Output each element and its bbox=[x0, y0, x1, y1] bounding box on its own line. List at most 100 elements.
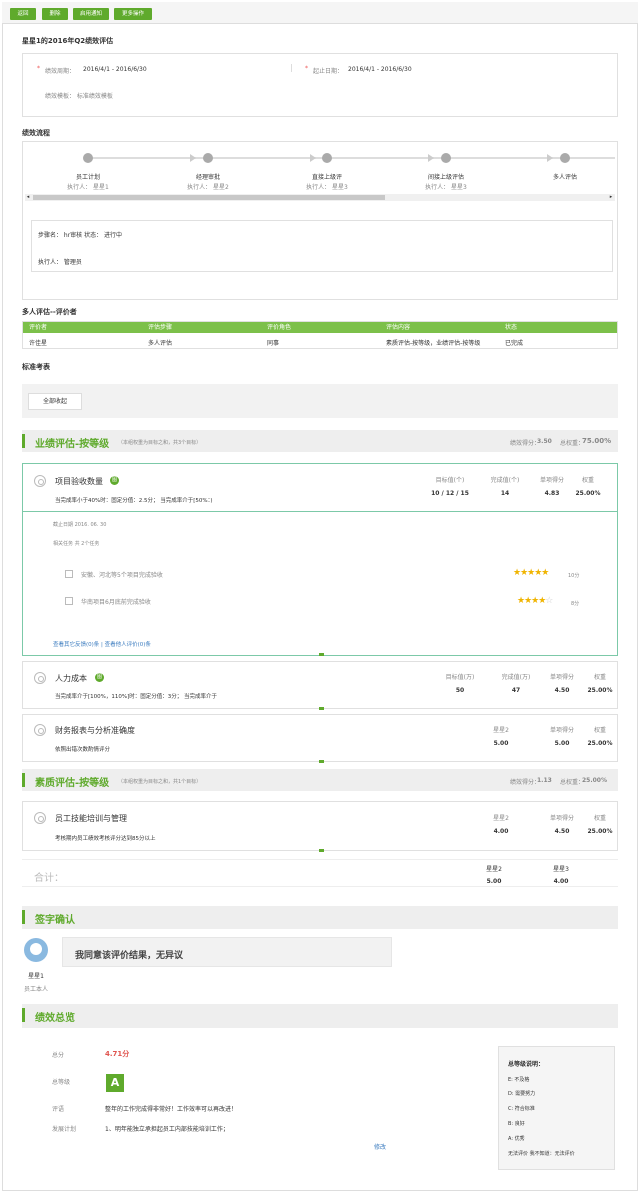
step-executor: 执行人： 星星1 bbox=[67, 184, 109, 191]
table-cell: 同事 bbox=[267, 340, 280, 347]
legend-item: D: 需要努力 bbox=[508, 1091, 536, 1097]
quality-section-note: （本组权重为目标之和，共1个目标） bbox=[118, 779, 202, 785]
column-header: 评价角色 bbox=[267, 324, 292, 331]
col-rater: 星星2 bbox=[493, 727, 509, 734]
target-value: 10 / 12 / 15 bbox=[431, 490, 469, 497]
quality-section-header: 素质评估-按等级 （本组权重为目标之和，共1个目标） 绩效得分： 1.13 总权… bbox=[22, 769, 618, 791]
evaluator-table: 评价者 评估步骤 评价角色 评估内容 状态 许佳星 多人评估 同事 素质评估-按… bbox=[22, 321, 618, 349]
total-score: 4.71分 bbox=[105, 1050, 130, 1058]
col-actual: 完成值(万) bbox=[501, 674, 531, 681]
chart-badge-icon[interactable]: 图 bbox=[95, 673, 104, 682]
col-weight: 权重 bbox=[581, 477, 594, 484]
task-label: 华南项目6月底前完成验收 bbox=[81, 599, 151, 606]
step-executor: 执行人： 星星2 bbox=[187, 184, 229, 191]
expand-handle[interactable] bbox=[319, 760, 324, 763]
step-name: 间接上级评估 bbox=[427, 174, 464, 181]
actual-value: 14 bbox=[500, 490, 510, 497]
process-box: 员工计划 执行人： 星星1 经理审批 执行人： 星星2 直接上级评 执行人： 星… bbox=[22, 141, 618, 300]
chart-badge-icon[interactable]: 图 bbox=[110, 476, 119, 485]
collapse-handle[interactable] bbox=[319, 653, 324, 656]
goal-name: 项目验收数量 bbox=[55, 477, 103, 486]
horizontal-scrollbar[interactable]: ◂ ▸ bbox=[25, 194, 615, 201]
plan-text: 1、明年能独立承担起员工内部技能培训工作； bbox=[105, 1126, 229, 1133]
scroll-right-icon[interactable]: ▸ bbox=[608, 194, 614, 201]
expand-handle[interactable] bbox=[319, 707, 324, 710]
arrow-icon bbox=[428, 154, 434, 162]
expand-handle[interactable] bbox=[319, 849, 324, 852]
step-name: 直接上级评 bbox=[311, 174, 342, 181]
deadline: 截止日期 2016. 06. 30 bbox=[53, 522, 107, 528]
scrollbar-thumb[interactable] bbox=[33, 195, 385, 200]
related-tasks: 相关任务 共 2个任务 bbox=[53, 541, 100, 547]
step-detail: 步骤名： hr审核 状态： 进行中 执行人： 管理员 bbox=[31, 220, 613, 272]
table-cell: 素质评估-按等级，业绩评估-按等级 bbox=[386, 340, 481, 347]
weight-value: 25.00% bbox=[587, 828, 613, 835]
arrow-icon bbox=[547, 154, 553, 162]
table-cell: 多人评估 bbox=[148, 340, 173, 347]
template-label: 绩效模板： 标准绩效模板 bbox=[45, 93, 113, 100]
column-header: 评估步骤 bbox=[148, 324, 173, 331]
step-dot bbox=[560, 153, 570, 163]
task-checkbox[interactable] bbox=[65, 597, 73, 605]
multi-title: 多人评估--评价者 bbox=[22, 308, 77, 316]
score-label: 总分 bbox=[52, 1052, 65, 1059]
task-label: 安徽、河北等5个项目完成验收 bbox=[81, 572, 163, 579]
legend-item: C: 符合标准 bbox=[508, 1106, 535, 1112]
period-value: 2016/4/1 - 2016/6/30 bbox=[83, 66, 147, 73]
scroll-left-icon[interactable]: ◂ bbox=[25, 194, 31, 201]
grade-badge: A bbox=[106, 1074, 124, 1092]
table-cell: 许佳星 bbox=[29, 340, 48, 347]
total-row: 合计： 星星2 星星3 5.00 4.00 bbox=[22, 859, 618, 887]
grade-label: 总等级 bbox=[52, 1079, 71, 1086]
collapse-all-button[interactable]: 全部收起 bbox=[28, 393, 82, 410]
perf-score: 3.50 bbox=[537, 438, 552, 445]
feedback-links[interactable]: 查看其它反馈(0)条 | 查看他人评价(0)条 bbox=[53, 640, 151, 648]
goal-card-finance[interactable]: 财务报表与分析准确度 依照出错次数酌情评分 星星2 单项得分 权重 5.00 5… bbox=[22, 714, 618, 763]
toolbar: 返回 删除 启用通知 更多操作 bbox=[2, 2, 638, 24]
standard-title: 标准考表 bbox=[22, 363, 50, 371]
overview-section-header: 绩效总览 bbox=[22, 1004, 618, 1028]
weight-value: 25.00% bbox=[587, 687, 613, 694]
grade-legend: 总等级说明： E: 不及格 D: 需要努力 C: 符合标准 B: 良好 A: 优… bbox=[498, 1046, 615, 1170]
perf-section-header: 业绩评估-按等级 （本组权重为目标之和，共3个目标） 绩效得分： 3.50 总权… bbox=[22, 430, 618, 452]
task-checkbox[interactable] bbox=[65, 570, 73, 578]
step-name: 经理审批 bbox=[195, 174, 220, 181]
step-dot bbox=[83, 153, 93, 163]
sign-message: 我同意该评价结果，无异议 bbox=[62, 937, 392, 967]
task-score: 10分 bbox=[568, 573, 580, 579]
delete-button[interactable]: 删除 bbox=[42, 8, 68, 20]
total-rater-name: 星星2 bbox=[486, 866, 502, 873]
step-name: 多人评估 bbox=[552, 174, 577, 181]
goal-card-hr-cost[interactable]: 人力成本 图 当完成率介于[100%，110%]时：固定分值：3分； 当完成率介… bbox=[22, 661, 618, 710]
notify-button[interactable]: 启用通知 bbox=[73, 8, 109, 20]
signer-name: 星星1 bbox=[28, 973, 44, 980]
column-header: 评价者 bbox=[29, 324, 48, 331]
back-button[interactable]: 返回 bbox=[10, 8, 36, 20]
quality-weight: 25.00% bbox=[582, 777, 607, 784]
total-label: 合计： bbox=[34, 873, 64, 884]
target-icon bbox=[34, 672, 46, 684]
info-box: * 绩效周期： 2016/4/1 - 2016/6/30 * 起止日期： 201… bbox=[22, 53, 618, 117]
edit-link[interactable]: 修改 bbox=[374, 1142, 386, 1151]
target-icon bbox=[34, 475, 46, 487]
signer-role: 员工本人 bbox=[23, 986, 48, 993]
target-icon bbox=[34, 724, 46, 736]
goal-rule: 当完成率介于[100%，110%]时：固定分值：3分； 当完成率介于 bbox=[55, 694, 217, 700]
quality-weight-label: 总权重： bbox=[560, 779, 585, 786]
task-rating: ★★★★★ bbox=[513, 568, 549, 578]
comment-text: 整年的工作完成得非常好！工作效率可以再改进！ bbox=[105, 1106, 238, 1113]
goal-card-project[interactable]: 项目验收数量 图 当完成率小于40%时：固定分值：2.5分； 当完成率介于[50… bbox=[22, 463, 618, 656]
actual-value: 47 bbox=[511, 687, 521, 694]
weight-value: 25.00% bbox=[575, 490, 601, 497]
col-weight: 权重 bbox=[593, 727, 606, 734]
end-date-value: 2016/4/1 - 2016/6/30 bbox=[348, 66, 412, 73]
step-dot bbox=[441, 153, 451, 163]
total-rater-score: 5.00 bbox=[486, 878, 502, 885]
goal-name: 人力成本 bbox=[55, 674, 87, 683]
legend-item: 无法评价 我不知道：无法评价 bbox=[508, 1151, 575, 1157]
sign-section-header: 签字确认 bbox=[22, 906, 618, 929]
weight-value: 25.00% bbox=[587, 740, 613, 747]
sign-section-title: 签字确认 bbox=[35, 915, 75, 926]
goal-card-training[interactable]: 员工技能培训与管理 考核期内员工绩效考核评分达到85分以上 星星2 单项得分 权… bbox=[22, 801, 618, 852]
more-actions-button[interactable]: 更多操作 bbox=[114, 8, 152, 20]
